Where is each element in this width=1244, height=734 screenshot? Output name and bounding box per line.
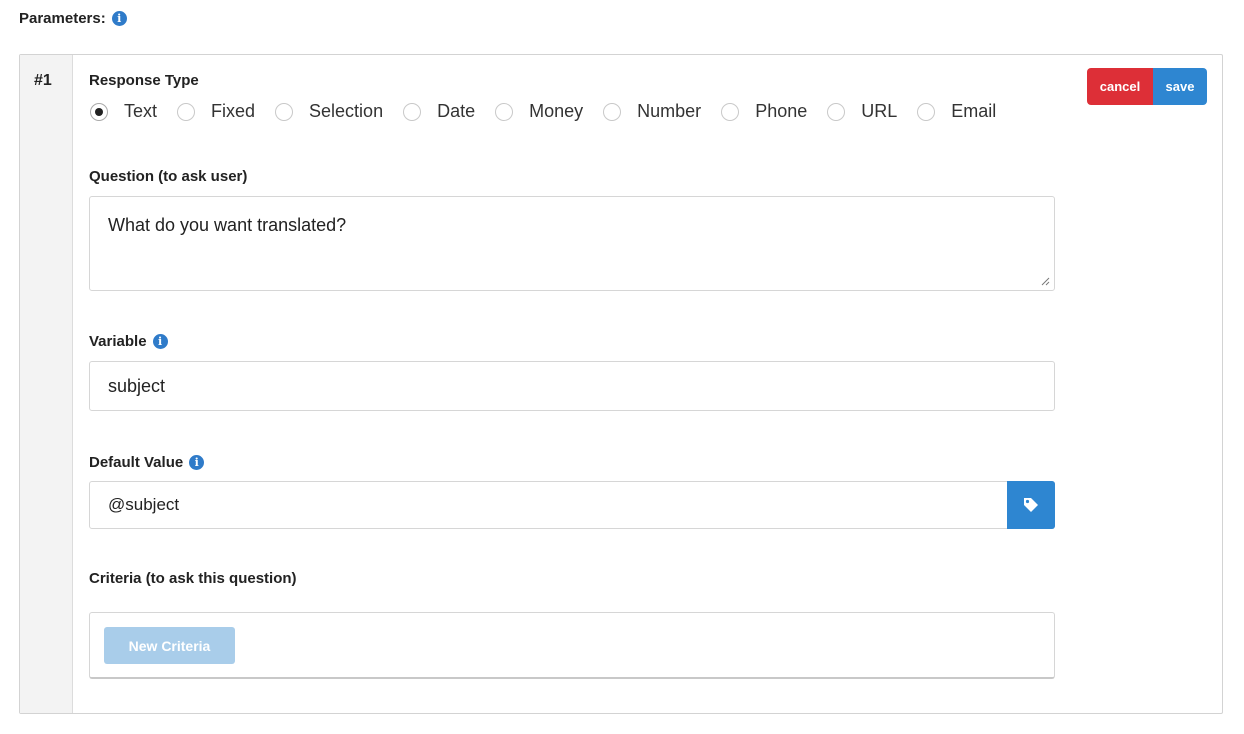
question-label-text: Question (to ask user) bbox=[89, 168, 248, 185]
radio-label-selection: Selection bbox=[309, 101, 384, 121]
criteria-label: Criteria (to ask this question) bbox=[89, 570, 297, 587]
radio-option-url[interactable]: URL bbox=[827, 101, 897, 122]
radio-button-text[interactable] bbox=[90, 102, 108, 121]
variable-value: subject bbox=[108, 375, 166, 396]
radio-button-fixed[interactable] bbox=[177, 102, 196, 121]
save-button[interactable]: save bbox=[1153, 68, 1207, 105]
default-value-text: @subject bbox=[108, 495, 180, 514]
radio-button-email[interactable] bbox=[917, 102, 936, 121]
info-icon[interactable]: i bbox=[111, 11, 127, 26]
radio-button-date[interactable] bbox=[403, 102, 422, 121]
default-value-input[interactable]: @subject bbox=[89, 481, 1055, 529]
parameter-panel: #1 cancel save Response Type Text Fixed … bbox=[19, 54, 1223, 714]
radio-option-selection[interactable]: Selection bbox=[275, 101, 383, 122]
radio-button-selection[interactable] bbox=[275, 102, 294, 121]
radio-label-money: Money bbox=[529, 101, 584, 121]
radio-button-number[interactable] bbox=[603, 102, 622, 121]
radio-option-email[interactable]: Email bbox=[917, 101, 996, 122]
response-type-label-text: Response Type bbox=[89, 72, 199, 89]
radio-label-url: URL bbox=[861, 101, 898, 121]
radio-label-email: Email bbox=[951, 101, 997, 121]
radio-option-number[interactable]: Number bbox=[603, 101, 701, 122]
new-criteria-button[interactable]: New Criteria bbox=[104, 627, 235, 664]
question-label: Question (to ask user) bbox=[89, 168, 247, 185]
radio-option-text[interactable]: Text bbox=[90, 101, 157, 122]
parameter-actions: cancel save bbox=[1087, 68, 1207, 105]
radio-option-phone[interactable]: Phone bbox=[721, 101, 807, 122]
info-icon[interactable]: i bbox=[189, 455, 205, 470]
tag-icon bbox=[1024, 498, 1038, 512]
radio-label-fixed: Fixed bbox=[211, 101, 256, 121]
response-type-radio-group: Text Fixed Selection Date Money Number P… bbox=[90, 101, 1016, 122]
radio-button-phone[interactable] bbox=[721, 102, 740, 121]
default-value-label-text: Default Value bbox=[89, 454, 184, 471]
radio-option-date[interactable]: Date bbox=[403, 101, 475, 122]
default-value-label: Default Value i bbox=[89, 454, 205, 471]
question-textarea[interactable]: What do you want translated? bbox=[89, 196, 1055, 291]
parameter-number: #1 bbox=[34, 72, 52, 89]
radio-button-money[interactable] bbox=[495, 102, 514, 121]
question-value: What do you want translated? bbox=[108, 215, 347, 235]
criteria-container: New Criteria bbox=[89, 612, 1055, 679]
variable-label-text: Variable bbox=[89, 333, 147, 350]
radio-label-date: Date bbox=[437, 101, 476, 121]
info-icon[interactable]: i bbox=[152, 334, 168, 349]
parameters-title: Parameters: bbox=[19, 10, 106, 27]
response-type-label: Response Type bbox=[89, 72, 199, 89]
radio-button-url[interactable] bbox=[827, 102, 846, 121]
parameter-gutter bbox=[20, 55, 73, 713]
cancel-button[interactable]: cancel bbox=[1087, 68, 1153, 105]
radio-label-text: Text bbox=[124, 101, 158, 121]
radio-label-phone: Phone bbox=[755, 101, 808, 121]
criteria-label-text: Criteria (to ask this question) bbox=[89, 570, 297, 587]
resize-grip-icon[interactable] bbox=[1040, 276, 1050, 286]
variable-label: Variable i bbox=[89, 333, 168, 350]
radio-option-fixed[interactable]: Fixed bbox=[177, 101, 255, 122]
tag-button[interactable] bbox=[1007, 481, 1055, 529]
radio-option-money[interactable]: Money bbox=[495, 101, 583, 122]
parameters-header: Parameters: i bbox=[19, 10, 127, 27]
variable-input[interactable]: subject bbox=[89, 361, 1055, 411]
radio-label-number: Number bbox=[637, 101, 702, 121]
